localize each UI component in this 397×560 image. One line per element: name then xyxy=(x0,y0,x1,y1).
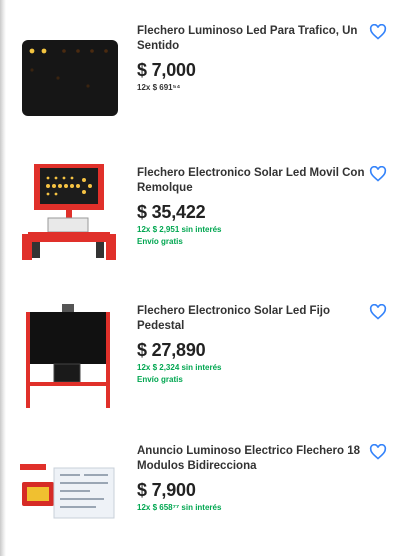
arrow-board-dark-image xyxy=(22,40,118,116)
favorite-heart-icon[interactable] xyxy=(369,444,387,460)
product-thumbnail[interactable] xyxy=(18,38,120,120)
installments-text: 12x $ 691⁵⁴ xyxy=(137,83,181,92)
product-card[interactable]: Flechero Electronico Solar Led Fijo Pede… xyxy=(0,290,397,420)
product-card[interactable]: Flechero Electronico Solar Led Movil Con… xyxy=(0,150,397,280)
pedestal-arrow-board-image xyxy=(26,304,110,408)
favorite-heart-icon[interactable] xyxy=(369,24,387,40)
product-title[interactable]: Flechero Luminoso Led Para Trafico, Un S… xyxy=(137,24,369,54)
product-card[interactable]: Anuncio Luminoso Electrico Flechero 18 M… xyxy=(0,430,397,560)
product-card[interactable]: Flechero Luminoso Led Para Trafico, Un S… xyxy=(0,14,397,144)
favorite-heart-icon[interactable] xyxy=(369,304,387,320)
product-thumbnail[interactable] xyxy=(18,460,120,522)
installments-text: 12x $ 658⁷⁷ sin interés xyxy=(137,503,222,512)
product-title[interactable]: Anuncio Luminoso Electrico Flechero 18 M… xyxy=(137,444,369,474)
product-thumbnail[interactable] xyxy=(18,302,120,414)
product-thumbnail[interactable] xyxy=(18,160,120,272)
installments-text: 12x $ 2,951 sin interés xyxy=(137,225,222,234)
product-price: $ 35,422 xyxy=(137,202,206,222)
led-module-sign-image xyxy=(20,464,115,519)
free-shipping-label: Envío gratis xyxy=(137,237,183,246)
installments-text: 12x $ 2,324 sin interés xyxy=(137,363,222,372)
trailer-arrow-board-image xyxy=(22,164,116,260)
product-title[interactable]: Flechero Electronico Solar Led Movil Con… xyxy=(137,166,369,196)
product-title[interactable]: Flechero Electronico Solar Led Fijo Pede… xyxy=(137,304,369,334)
product-price: $ 7,000 xyxy=(137,60,196,80)
free-shipping-label: Envío gratis xyxy=(137,375,183,384)
favorite-heart-icon[interactable] xyxy=(369,166,387,182)
product-price: $ 7,900 xyxy=(137,480,196,500)
product-price: $ 27,890 xyxy=(137,340,206,360)
